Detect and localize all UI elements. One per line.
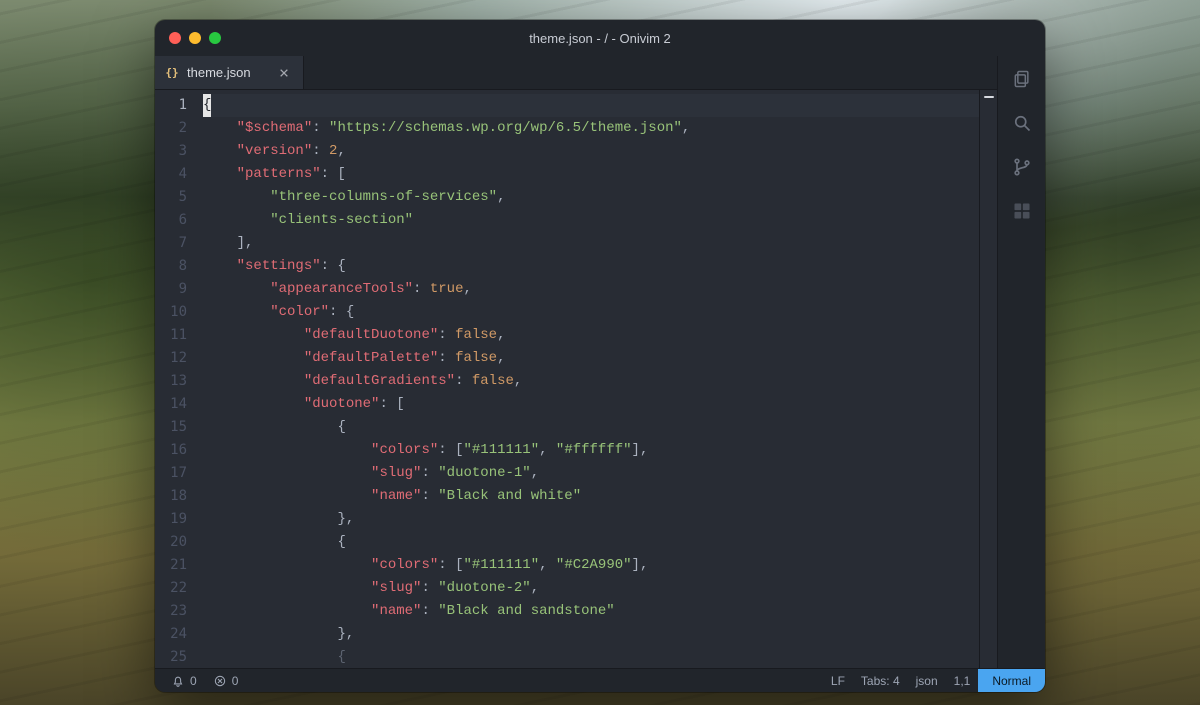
line-number[interactable]: 16: [155, 439, 187, 462]
code-line[interactable]: "name": "Black and white": [203, 485, 979, 508]
tab-bar: {} theme.json: [155, 56, 997, 90]
line-number[interactable]: 12: [155, 347, 187, 370]
error-icon: [213, 674, 227, 688]
json-file-icon: {}: [165, 66, 179, 80]
code-line[interactable]: "colors": ["#111111", "#C2A990"],: [203, 554, 979, 577]
zoom-window-button[interactable]: [209, 32, 221, 44]
explorer-button[interactable]: [1011, 68, 1033, 90]
line-number[interactable]: 14: [155, 393, 187, 416]
line-number[interactable]: 15: [155, 416, 187, 439]
code-line[interactable]: "three-columns-of-services",: [203, 186, 979, 209]
minimap[interactable]: [979, 90, 997, 668]
traffic-lights: [155, 32, 221, 44]
line-number[interactable]: 3: [155, 140, 187, 163]
line-number[interactable]: 19: [155, 508, 187, 531]
status-notifications[interactable]: 0: [163, 669, 205, 692]
titlebar[interactable]: theme.json - / - Onivim 2: [155, 20, 1045, 56]
line-number[interactable]: 20: [155, 531, 187, 554]
code-line[interactable]: {: [203, 531, 979, 554]
line-number[interactable]: 17: [155, 462, 187, 485]
line-number[interactable]: 24: [155, 623, 187, 646]
line-number[interactable]: 9: [155, 278, 187, 301]
status-bar: 0 0 LF Tabs: 4 json 1,1 Normal: [155, 668, 1045, 692]
tab-theme-json[interactable]: {} theme.json: [155, 56, 304, 89]
code-line[interactable]: "$schema": "https://schemas.wp.org/wp/6.…: [203, 117, 979, 140]
line-number[interactable]: 22: [155, 577, 187, 600]
status-line-ending[interactable]: LF: [823, 669, 853, 692]
line-number[interactable]: 13: [155, 370, 187, 393]
status-cursor-position[interactable]: 1,1: [946, 669, 979, 692]
line-number[interactable]: 1: [155, 94, 187, 117]
line-number[interactable]: 23: [155, 600, 187, 623]
line-number[interactable]: 6: [155, 209, 187, 232]
code-line[interactable]: "defaultPalette": false,: [203, 347, 979, 370]
window-title: theme.json - / - Onivim 2: [155, 31, 1045, 46]
code-line[interactable]: ],: [203, 232, 979, 255]
tab-close-button[interactable]: [277, 66, 291, 80]
code-line[interactable]: "appearanceTools": true,: [203, 278, 979, 301]
activity-bar: [997, 56, 1045, 668]
code-line[interactable]: {: [203, 646, 979, 668]
git-branch-icon: [1012, 157, 1032, 177]
code-line[interactable]: },: [203, 508, 979, 531]
files-icon: [1012, 69, 1032, 89]
line-number[interactable]: 10: [155, 301, 187, 324]
code-line[interactable]: "duotone": [: [203, 393, 979, 416]
code-line[interactable]: "slug": "duotone-1",: [203, 462, 979, 485]
error-count: 0: [232, 674, 239, 688]
line-number[interactable]: 7: [155, 232, 187, 255]
code-line[interactable]: "defaultGradients": false,: [203, 370, 979, 393]
line-number[interactable]: 25: [155, 646, 187, 669]
code-line[interactable]: },: [203, 623, 979, 646]
status-errors[interactable]: 0: [205, 669, 247, 692]
tab-label: theme.json: [187, 65, 251, 80]
status-language[interactable]: json: [908, 669, 946, 692]
code-line[interactable]: "name": "Black and sandstone": [203, 600, 979, 623]
line-number[interactable]: 2: [155, 117, 187, 140]
code-line[interactable]: {: [203, 94, 979, 117]
code-line[interactable]: "settings": {: [203, 255, 979, 278]
status-vim-mode[interactable]: Normal: [978, 669, 1045, 692]
line-number[interactable]: 21: [155, 554, 187, 577]
search-icon: [1012, 113, 1032, 133]
close-icon: [279, 68, 289, 78]
extensions-button[interactable]: [1011, 200, 1033, 222]
line-number[interactable]: 11: [155, 324, 187, 347]
source-control-button[interactable]: [1011, 156, 1033, 178]
grid-icon: [1012, 201, 1032, 221]
editor[interactable]: 1234567891011121314151617181920212223242…: [155, 90, 997, 668]
line-number-gutter[interactable]: 1234567891011121314151617181920212223242…: [155, 90, 197, 668]
code-line[interactable]: "color": {: [203, 301, 979, 324]
code-area[interactable]: { "$schema": "https://schemas.wp.org/wp/…: [197, 90, 979, 668]
line-number[interactable]: 5: [155, 186, 187, 209]
code-line[interactable]: "version": 2,: [203, 140, 979, 163]
code-line[interactable]: "slug": "duotone-2",: [203, 577, 979, 600]
bell-icon: [171, 674, 185, 688]
line-number[interactable]: 8: [155, 255, 187, 278]
code-line[interactable]: "defaultDuotone": false,: [203, 324, 979, 347]
app-window: theme.json - / - Onivim 2 {} theme.json …: [155, 20, 1045, 692]
code-line[interactable]: "colors": ["#111111", "#ffffff"],: [203, 439, 979, 462]
minimize-window-button[interactable]: [189, 32, 201, 44]
search-button[interactable]: [1011, 112, 1033, 134]
line-number[interactable]: 18: [155, 485, 187, 508]
code-line[interactable]: {: [203, 416, 979, 439]
notification-count: 0: [190, 674, 197, 688]
code-line[interactable]: "clients-section": [203, 209, 979, 232]
line-number[interactable]: 4: [155, 163, 187, 186]
status-indent[interactable]: Tabs: 4: [853, 669, 908, 692]
close-window-button[interactable]: [169, 32, 181, 44]
code-line[interactable]: "patterns": [: [203, 163, 979, 186]
